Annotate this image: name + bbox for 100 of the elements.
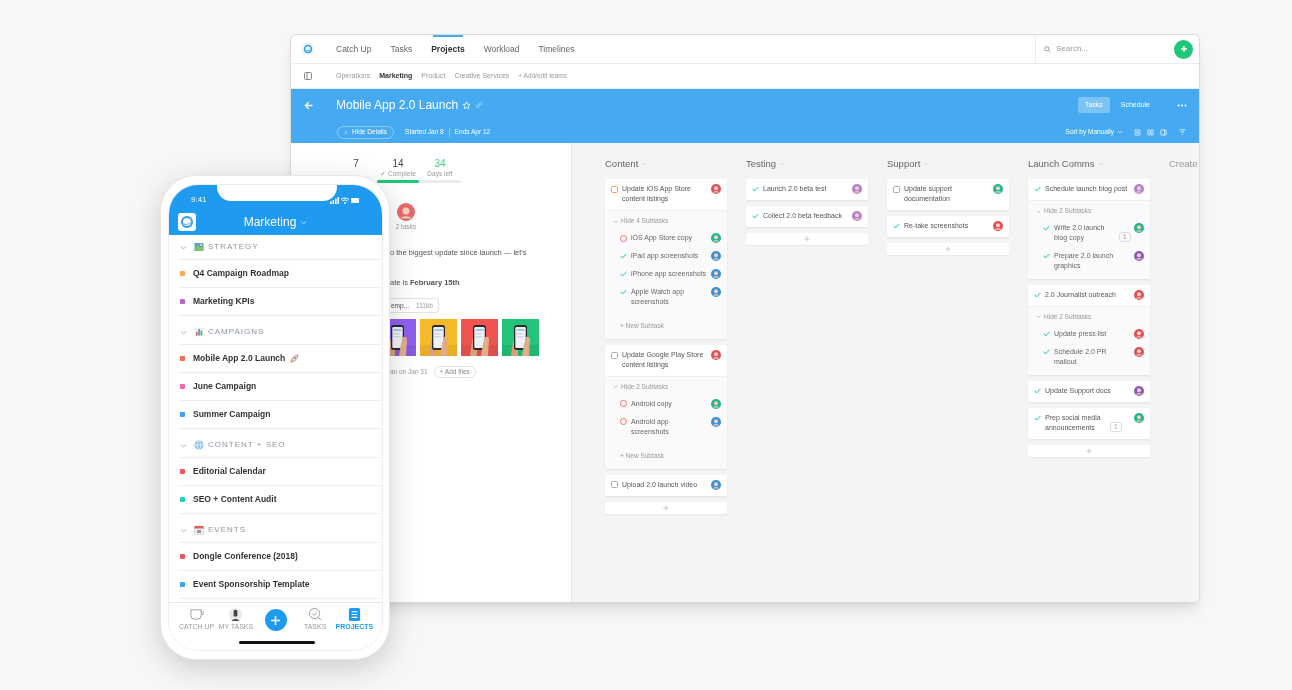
add-card-button[interactable] — [605, 501, 727, 514]
back-arrow-icon[interactable] — [304, 100, 313, 110]
project-item[interactable]: Dongle Conference (2018) — [178, 543, 382, 571]
project-item[interactable]: SEO + Content Audit — [178, 486, 382, 514]
chevron-down-icon — [1117, 129, 1123, 135]
board-view-icon[interactable] — [1147, 128, 1154, 136]
check-icon[interactable] — [1043, 330, 1050, 337]
checkbox[interactable] — [611, 351, 618, 359]
status-time: 9:41 — [191, 194, 207, 206]
project-item[interactable]: Editorial Calendar — [178, 458, 382, 486]
nav-tab[interactable]: Tasks — [390, 35, 413, 63]
search-field[interactable]: Search... — [1056, 43, 1169, 55]
link-icon[interactable] — [475, 101, 484, 109]
app-logo-icon[interactable] — [178, 213, 196, 231]
nav-tab[interactable]: Workload — [483, 35, 520, 63]
check-icon[interactable] — [1043, 225, 1050, 231]
list-view-icon[interactable] — [1134, 128, 1141, 136]
plus-icon — [663, 504, 669, 511]
project-name: Editorial Calendar — [193, 465, 266, 478]
project-item[interactable]: Event Sponsorship Template — [178, 571, 382, 599]
section-title: CONTENT + SEO — [208, 439, 286, 451]
stat-value: 14 — [392, 158, 404, 170]
project-item[interactable]: June Campaign — [178, 373, 382, 401]
logo-icon — [302, 43, 314, 55]
chevron-down-icon — [180, 441, 187, 449]
add-card-button[interactable] — [1028, 444, 1150, 457]
plus-icon — [270, 614, 281, 626]
plus-icon — [1086, 447, 1092, 454]
chevron-down-icon — [180, 526, 187, 534]
chevron-down-icon — [1036, 208, 1041, 214]
chevron-down-icon — [180, 328, 187, 336]
search-icon — [1044, 45, 1051, 53]
plus-icon — [804, 236, 810, 243]
check-icon[interactable] — [1034, 387, 1041, 394]
status-icons — [330, 196, 360, 204]
chevron-down-icon[interactable] — [923, 161, 930, 168]
tab-icon — [228, 607, 244, 622]
project-item[interactable]: Summer Campaign — [178, 401, 382, 429]
plus-icon — [1179, 45, 1188, 53]
chevron-left-icon — [344, 129, 348, 135]
section-title: CAMPAIGNS — [208, 326, 265, 338]
section-icon — [194, 327, 204, 337]
project-item[interactable]: Q4 Campaign Roadmap — [178, 260, 382, 288]
filter-icon[interactable] — [1179, 129, 1186, 135]
project-name: Summer Campaign — [193, 408, 271, 421]
star-icon[interactable] — [462, 100, 472, 110]
rocket-icon — [289, 353, 300, 364]
project-name: Dongle Conference (2018) — [193, 550, 298, 563]
check-icon[interactable] — [1034, 414, 1041, 421]
add-button[interactable] — [264, 609, 287, 631]
check-icon[interactable] — [1034, 186, 1041, 193]
check-icon[interactable] — [893, 223, 900, 230]
check-icon[interactable] — [620, 289, 627, 295]
project-name: June Campaign — [193, 380, 257, 393]
column-title: Content — [605, 157, 639, 171]
section-header[interactable]: CONTENT + SEO — [178, 433, 382, 458]
section-icon — [194, 525, 204, 535]
check-icon[interactable] — [1043, 348, 1050, 355]
column-title: Launch Comms — [1028, 157, 1095, 171]
check-icon[interactable] — [620, 253, 627, 259]
project-name: Mobile App 2.0 Launch — [193, 352, 286, 365]
project-item[interactable]: Marketing KPIs — [178, 288, 382, 316]
stat-value: 34 — [434, 158, 446, 170]
check-icon[interactable] — [1034, 292, 1041, 298]
chevron-down-icon[interactable] — [641, 161, 648, 168]
chevron-down-icon — [1036, 314, 1041, 320]
plus-icon — [945, 246, 951, 253]
column-title: Testing — [746, 157, 777, 171]
chevron-down-icon — [300, 218, 308, 226]
section-title: STRATEGY — [208, 241, 259, 253]
project-item[interactable]: Mobile App 2.0 Launch — [178, 345, 382, 373]
nav-tab[interactable]: Timelines — [538, 35, 575, 63]
nav-tab[interactable]: Projects — [431, 35, 465, 63]
add-button[interactable] — [1174, 39, 1193, 59]
add-card-button[interactable] — [887, 243, 1009, 256]
project-name: Q4 Campaign Roadmap — [193, 267, 289, 280]
check-icon[interactable] — [620, 271, 627, 277]
section-icon — [194, 242, 204, 252]
checkbox[interactable] — [893, 185, 900, 193]
check-icon[interactable] — [752, 186, 759, 193]
section-icon — [194, 440, 204, 450]
check-icon[interactable] — [752, 213, 759, 220]
chevron-down-icon[interactable] — [1097, 161, 1104, 168]
panel-view-icon[interactable] — [1160, 128, 1167, 136]
chevron-down-icon[interactable] — [779, 161, 786, 168]
add-card-button[interactable] — [746, 233, 868, 246]
tab-icon — [346, 607, 362, 622]
nav-tab[interactable]: Catch Up — [336, 35, 372, 63]
project-name: Marketing KPIs — [193, 295, 255, 308]
project-name: Event Sponsorship Template — [193, 578, 310, 591]
checkbox[interactable] — [611, 185, 618, 193]
more-icon[interactable] — [1177, 103, 1187, 107]
column-title: Support — [887, 157, 921, 171]
checkbox[interactable] — [611, 481, 618, 489]
avatar — [397, 203, 415, 221]
chevron-down-icon — [180, 243, 187, 251]
check-icon[interactable] — [1043, 253, 1050, 259]
sidebar-icon[interactable] — [304, 72, 312, 80]
chevron-down-icon — [613, 384, 618, 390]
stat-value: 7 — [353, 158, 359, 170]
